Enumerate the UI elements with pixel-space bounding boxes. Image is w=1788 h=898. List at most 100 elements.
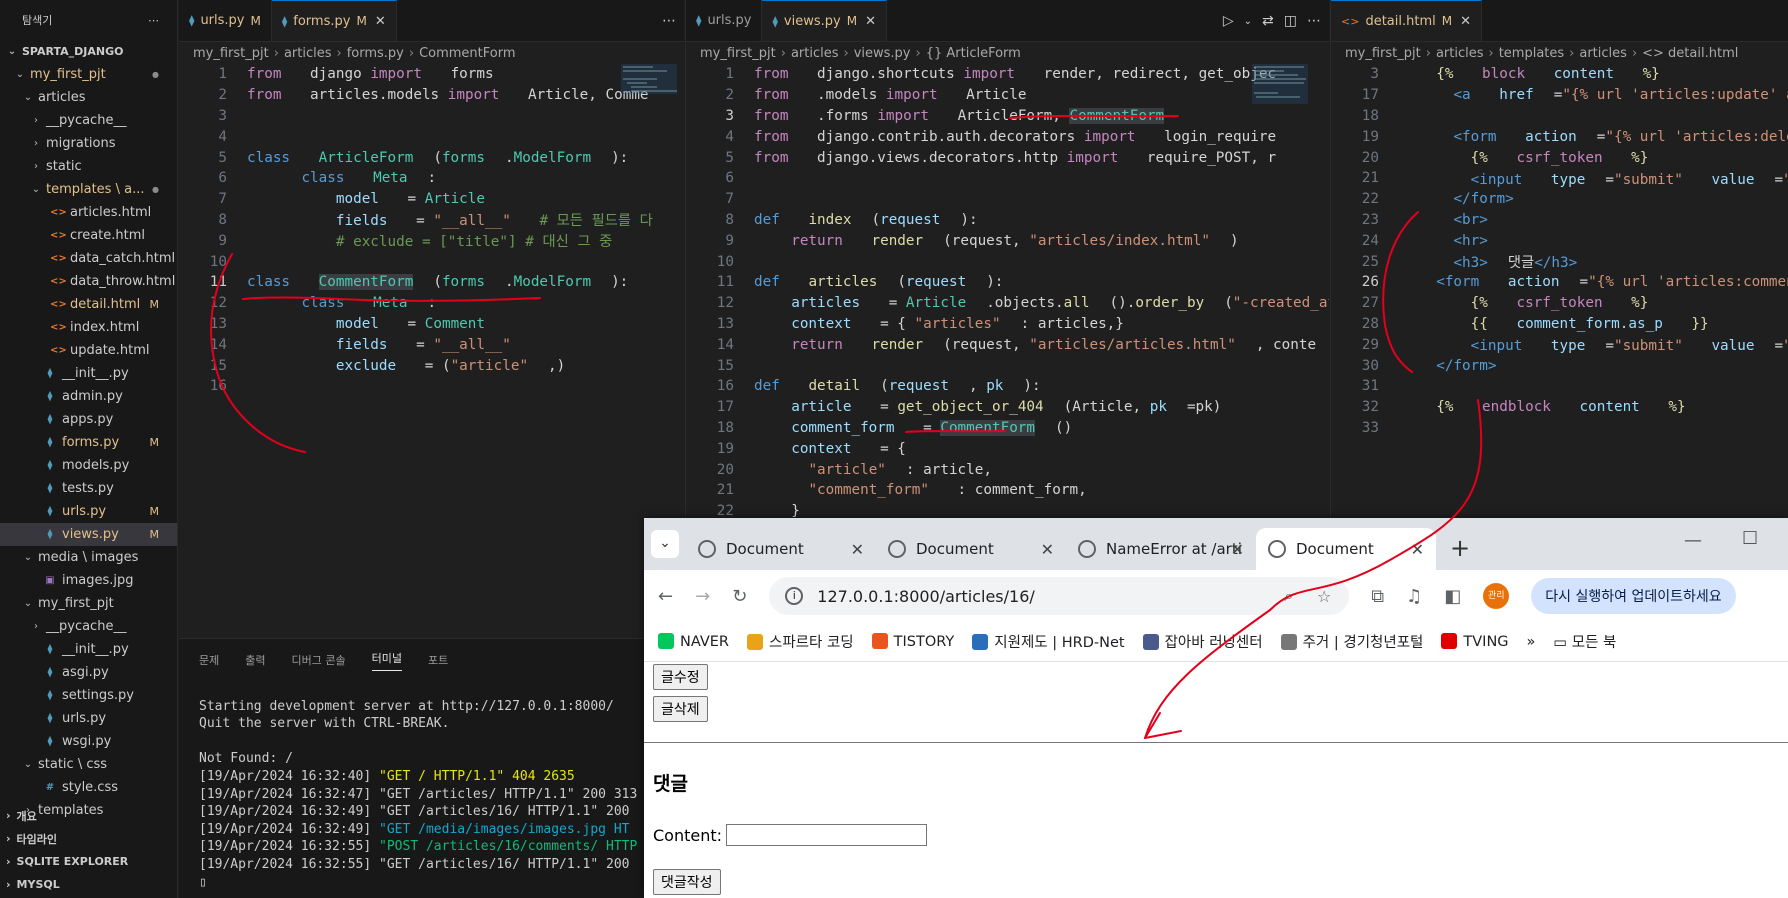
tree-item[interactable]: <> data_throw.html	[0, 270, 177, 293]
tree-item[interactable]: ⧫ urls.py M	[0, 500, 177, 523]
maximize-icon[interactable]: ☐	[1742, 528, 1758, 549]
editor-tab[interactable]: ⧫ forms.py M ✕	[271, 0, 397, 41]
close-icon[interactable]: ✕	[865, 14, 876, 29]
tree-item[interactable]: ⧫ __init__.py	[0, 638, 177, 661]
breadcrumb-item[interactable]: articles	[284, 46, 332, 61]
all-bookmarks[interactable]: ▭ 모든 북	[1553, 631, 1616, 652]
compare-icon[interactable]: ⇄	[1262, 13, 1274, 29]
tree-item[interactable]: <> update.html	[0, 339, 177, 362]
breadcrumb-item[interactable]: my_first_pjt	[1345, 46, 1421, 61]
side-panel-icon[interactable]: ◧	[1444, 586, 1461, 607]
tree-item[interactable]: ⌄ media \ images	[0, 546, 177, 569]
breadcrumb-item[interactable]: views.py	[854, 46, 911, 61]
forward-icon[interactable]: →	[695, 586, 710, 607]
breadcrumb-item[interactable]: templates	[1499, 46, 1564, 61]
site-info-icon[interactable]: i	[785, 587, 804, 605]
tree-item[interactable]: ⧫ apps.py	[0, 408, 177, 431]
back-icon[interactable]: ←	[658, 586, 673, 607]
breadcrumb-item[interactable]: articles	[1436, 46, 1484, 61]
submit-comment-button[interactable]: 댓글작성	[653, 869, 721, 895]
code-editor[interactable]: 3 {% block content %} 17 <a href ="{% url …	[1331, 64, 1788, 438]
close-icon[interactable]: ✕	[375, 14, 386, 29]
tree-item[interactable]: <> create.html	[0, 224, 177, 247]
explorer-section-3[interactable]: › MYSQL	[0, 873, 177, 896]
tree-item[interactable]: ⧫ asgi.py	[0, 661, 177, 684]
breadcrumb-item[interactable]: articles	[791, 46, 839, 61]
edit-article-button[interactable]: 글수정	[653, 664, 708, 690]
tab-search-button[interactable]: ⌄	[644, 518, 686, 570]
editor-tab[interactable]: ⧫ urls.py	[686, 0, 763, 41]
breadcrumb-item[interactable]: <> detail.html	[1642, 46, 1738, 61]
explorer-section-0[interactable]: › 개요	[0, 804, 177, 827]
explorer-section-2[interactable]: › SQLITE EXPLORER	[0, 850, 177, 873]
tree-item[interactable]: ⧫ models.py	[0, 454, 177, 477]
panel-tab[interactable]: 출력	[245, 652, 265, 668]
reload-icon[interactable]: ↻	[732, 586, 747, 607]
more-actions-icon[interactable]: ⋯	[148, 14, 159, 27]
tree-item[interactable]: <> articles.html	[0, 201, 177, 224]
tree-item[interactable]: ⧫ forms.py M	[0, 431, 177, 454]
tree-item[interactable]: ⧫ settings.py	[0, 684, 177, 707]
explorer-section-1[interactable]: › 타임라인	[0, 827, 177, 850]
tree-item[interactable]: › migrations	[0, 132, 177, 155]
breadcrumb-item[interactable]: CommentForm	[419, 46, 515, 61]
panel-tab[interactable]: 문제	[199, 652, 219, 668]
tree-item[interactable]: ⧫ tests.py	[0, 477, 177, 500]
editor-tab[interactable]: <> detail.html M ✕	[1331, 0, 1482, 41]
tree-item[interactable]: ⌄ articles	[0, 86, 177, 109]
tree-item[interactable]: › __pycache__	[0, 109, 177, 132]
tree-item[interactable]: ⌄ static \ css	[0, 753, 177, 776]
tree-item[interactable]: ▣ images.jpg	[0, 569, 177, 592]
close-icon[interactable]: ✕	[1231, 540, 1244, 559]
breadcrumb-item[interactable]: my_first_pjt	[700, 46, 776, 61]
tree-item[interactable]: ⧫ __init__.py	[0, 362, 177, 385]
zoom-icon[interactable]: ⌕	[1284, 586, 1293, 606]
bookmark-item[interactable]: 지원제도 | HRD-Net	[972, 631, 1125, 652]
browser-tab[interactable]: Document ✕	[1256, 528, 1436, 570]
breadcrumb-item[interactable]: forms.py	[347, 46, 404, 61]
tree-item[interactable]: ⌄ templates \ a... ●	[0, 178, 177, 201]
close-icon[interactable]: ✕	[1460, 14, 1471, 29]
editor-tab[interactable]: ⧫ views.py M ✕	[762, 0, 887, 41]
editor-tab[interactable]: ⧫ urls.py M	[179, 0, 272, 41]
tree-item[interactable]: <> index.html	[0, 316, 177, 339]
bookmark-item[interactable]: 스파르타 코딩	[747, 631, 854, 652]
tree-item[interactable]: ⧫ views.py M	[0, 523, 177, 546]
panel-tab[interactable]: 터미널	[371, 650, 402, 671]
panel-tab[interactable]: 디버그 콘솔	[292, 652, 346, 668]
bookmark-item[interactable]: TVING	[1441, 633, 1509, 650]
tree-item[interactable]: ⧫ wsgi.py	[0, 730, 177, 753]
chevron-down-icon[interactable]: ⌄	[1244, 16, 1252, 27]
tree-item[interactable]: ⧫ urls.py	[0, 707, 177, 730]
close-icon[interactable]: ✕	[1411, 540, 1424, 559]
tree-item[interactable]: <> data_catch.html	[0, 247, 177, 270]
tree-item[interactable]: › static	[0, 155, 177, 178]
run-icon[interactable]: ▷	[1223, 13, 1234, 29]
tree-item[interactable]: › __pycache__	[0, 615, 177, 638]
new-tab-icon[interactable]: +	[1450, 534, 1470, 562]
explorer-project-root[interactable]: ⌄ SPARTA_DJANGO	[0, 40, 177, 63]
tree-item[interactable]: ⌄ my_first_pjt	[0, 592, 177, 615]
browser-tab[interactable]: Document ✕	[876, 528, 1066, 570]
extensions-icon[interactable]: ⧉	[1371, 586, 1384, 607]
bookmark-item[interactable]: NAVER	[658, 633, 729, 650]
close-icon[interactable]: ✕	[1041, 540, 1054, 559]
tree-item[interactable]: <> detail.html M	[0, 293, 177, 316]
split-editor-icon[interactable]: ◫	[1284, 13, 1297, 29]
breadcrumb-item[interactable]: {} ArticleForm	[926, 46, 1021, 61]
bookmark-item[interactable]: 주거 | 경기청년포털	[1280, 631, 1423, 652]
browser-tab[interactable]: Document ✕	[686, 528, 876, 570]
avatar[interactable]: 관리	[1483, 583, 1510, 609]
tree-item[interactable]: ⧫ admin.py	[0, 385, 177, 408]
more-actions-icon[interactable]: ⋯	[1307, 13, 1321, 29]
more-actions-icon[interactable]: ⋯	[662, 13, 676, 29]
bookmark-star-icon[interactable]: ☆	[1317, 587, 1331, 606]
minimize-icon[interactable]: —	[1684, 530, 1702, 551]
code-editor[interactable]: 1 from django.shortcuts import render, re…	[686, 64, 1329, 522]
breadcrumb-item[interactable]: articles	[1579, 46, 1627, 61]
tree-item[interactable]: # style.css	[0, 776, 177, 799]
bookmark-item[interactable]: 잡아바 러닝센터	[1142, 631, 1263, 652]
delete-article-button[interactable]: 글삭제	[653, 696, 708, 722]
panel-tab[interactable]: 포트	[428, 652, 448, 668]
browser-tab[interactable]: NameError at /arti ✕	[1066, 528, 1256, 570]
